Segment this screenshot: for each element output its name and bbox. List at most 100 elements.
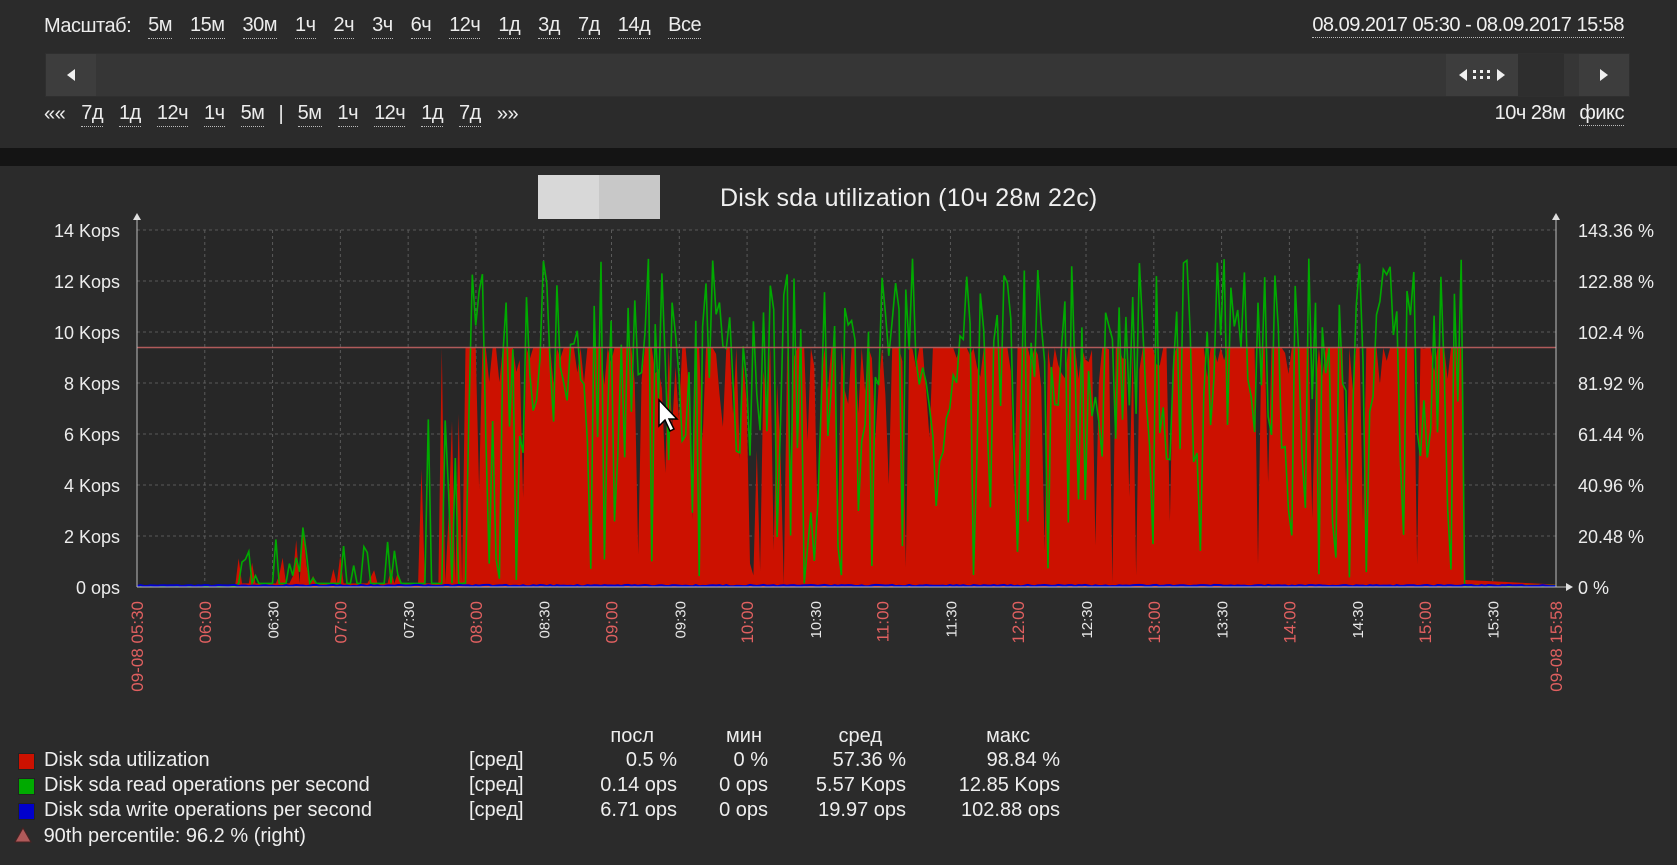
legend-swatch — [18, 753, 35, 770]
legend-item-max: 98.84 % — [986, 749, 1060, 771]
nav-fwd-12h[interactable]: 12ч — [374, 102, 406, 127]
legend-swatch — [18, 803, 35, 820]
y-right-tick-label: 61.44 % — [1578, 425, 1644, 445]
y-left-tick-label: 14 Kops — [54, 221, 120, 241]
zoom-7d[interactable]: 7д — [577, 14, 600, 39]
triangle-left-icon — [67, 69, 75, 81]
y-right-tick-label: 20.48 % — [1578, 527, 1644, 547]
zoom-2h[interactable]: 2ч — [333, 14, 355, 39]
utilization-chart[interactable]: 14 Kops 12 Kops 10 Kops 8 Kops 6 Kops 4 Kops 2… — [0, 205, 1677, 725]
legend-row: Disk sda utilization [сред] 0.5 % 0 % 57.36 … — [14, 749, 1114, 773]
grip-right-arrow-icon — [1497, 69, 1505, 81]
x-tick-label: 09:00 — [603, 601, 622, 644]
legend-item-max: 102.88 ops — [961, 799, 1060, 821]
x-tick-label: 08:30 — [537, 601, 554, 639]
y-right-tick-label: 0 % — [1578, 578, 1609, 598]
scroll-thumb[interactable] — [1446, 54, 1564, 96]
legend-item-min: 0 ops — [719, 774, 768, 796]
fixed-toggle[interactable]: фикс — [1579, 102, 1624, 126]
x-tick-label: 10:00 — [738, 601, 757, 644]
legend-item-last: 0.14 ops — [600, 774, 677, 796]
nav-back-all[interactable]: «« — [44, 103, 66, 127]
zoom-3d[interactable]: 3д — [538, 14, 560, 39]
x-tick-label: 09:30 — [672, 601, 689, 639]
x-tick-label: 12:30 — [1079, 601, 1096, 639]
y-right-tick-label: 102.4 % — [1578, 323, 1644, 343]
legend-item-min: 0 % — [733, 749, 768, 771]
cursor-pointer-icon — [658, 398, 679, 433]
time-controls: Масштаб: 5м 15м 30м 1ч 2ч 3ч 6ч 12ч 1д 3… — [0, 0, 1677, 148]
x-tick-label: 11:00 — [874, 601, 893, 642]
x-tick-label: 12:00 — [1009, 601, 1028, 644]
legend-item-last: 6.71 ops — [600, 799, 677, 821]
period-range[interactable]: 08.09.2017 05:30 - 08.09.2017 15:58 — [1312, 14, 1624, 38]
nav-separator: | — [278, 103, 284, 125]
legend-item-last: 0.5 % — [625, 749, 677, 771]
y-right-tick-label: 40.96 % — [1578, 476, 1644, 496]
x-tick-label: 09-08 15:58 — [1547, 601, 1566, 692]
legend-item-max: 12.85 Kops — [958, 774, 1060, 796]
separator-bar — [0, 148, 1677, 166]
zoom-1h[interactable]: 1ч — [295, 14, 316, 39]
zoom-1d[interactable]: 1д — [498, 14, 521, 39]
scroll-grip[interactable] — [1446, 54, 1518, 96]
percentile-label: 90th percentile: 96.2 % (right) — [43, 825, 306, 847]
nav-fwd-1h[interactable]: 1ч — [337, 102, 359, 127]
legend-item-func: [сред] — [469, 799, 524, 821]
period-info: 10ч 28м фикс — [1495, 102, 1624, 126]
axis-arrow-right — [1566, 583, 1573, 591]
nav-forward-all[interactable]: »» — [497, 103, 519, 127]
scroll-left-button[interactable] — [46, 54, 96, 96]
nav-back-12h[interactable]: 12ч — [156, 102, 189, 127]
x-tick-label: 09-08 05:30 — [128, 601, 147, 692]
write-ops-line — [136, 583, 1556, 588]
legend-item-func: [сред] — [469, 749, 524, 771]
timeline-scrollbar[interactable] — [45, 53, 1630, 97]
nav-back-1h[interactable]: 1ч — [204, 102, 225, 127]
nav-back-5m[interactable]: 5м — [240, 102, 265, 127]
y-left-tick-label: 10 Kops — [54, 323, 120, 343]
grip-dots-icon — [1473, 70, 1490, 79]
legend-swatch — [18, 778, 35, 795]
zoom-6h[interactable]: 6ч — [410, 14, 432, 39]
legend-percentile: 90th percentile: 96.2 % (right) — [14, 825, 306, 848]
zoom-all[interactable]: Все — [668, 14, 702, 39]
legend-header-min: мин — [726, 725, 762, 747]
period-duration: 10ч 28м — [1494, 102, 1566, 124]
grip-left-arrow-icon — [1459, 69, 1467, 81]
nav-back-7d[interactable]: 7д — [81, 102, 104, 127]
zoom-14d[interactable]: 14д — [617, 14, 651, 39]
legend-item-avg: 57.36 % — [832, 749, 906, 771]
nav-fwd-7d[interactable]: 7д — [459, 102, 481, 127]
legend-row: Disk sda write operations per second [сре… — [14, 799, 1114, 823]
zoom-12h[interactable]: 12ч — [449, 14, 481, 39]
x-tick-label: 13:00 — [1145, 601, 1164, 644]
legend-item-min: 0 ops — [719, 799, 768, 821]
y-left-tick-label: 6 Kops — [64, 425, 120, 445]
zoom-bar: Масштаб: 5м 15м 30м 1ч 2ч 3ч 6ч 12ч 1д 3… — [44, 14, 710, 39]
zoom-30m[interactable]: 30м — [242, 14, 277, 39]
zoom-5m[interactable]: 5м — [148, 14, 172, 39]
y-right-tick-label: 122.88 % — [1578, 272, 1654, 292]
legend-header: посл мин сред макс — [14, 725, 1114, 749]
legend-header-avg: сред — [838, 725, 882, 747]
y-left-tick-label: 12 Kops — [54, 272, 120, 292]
legend-item-avg: 5.57 Kops — [815, 774, 906, 796]
x-tick-label: 15:30 — [1486, 601, 1503, 639]
legend-row: Disk sda read operations per second [сред… — [14, 774, 1114, 798]
x-tick-label: 07:00 — [331, 601, 350, 644]
x-tick-label: 06:30 — [266, 601, 283, 639]
y-left-tick-label: 4 Kops — [64, 476, 120, 496]
x-tick-label: 10:30 — [808, 601, 825, 639]
zoom-15m[interactable]: 15м — [190, 14, 225, 39]
zoom-3h[interactable]: 3ч — [372, 14, 393, 39]
axis-arrow-up-left — [133, 213, 141, 220]
x-tick-label: 06:00 — [196, 601, 215, 644]
zoom-label: Масштаб: — [44, 15, 132, 37]
nav-fwd-1d[interactable]: 1д — [421, 102, 444, 127]
scroll-right-button[interactable] — [1579, 54, 1629, 96]
legend-item-name: Disk sda read operations per second — [44, 774, 370, 796]
x-tick-label: 14:30 — [1350, 601, 1367, 639]
nav-fwd-5m[interactable]: 5м — [297, 102, 322, 127]
nav-back-1d[interactable]: 1д — [119, 102, 141, 127]
